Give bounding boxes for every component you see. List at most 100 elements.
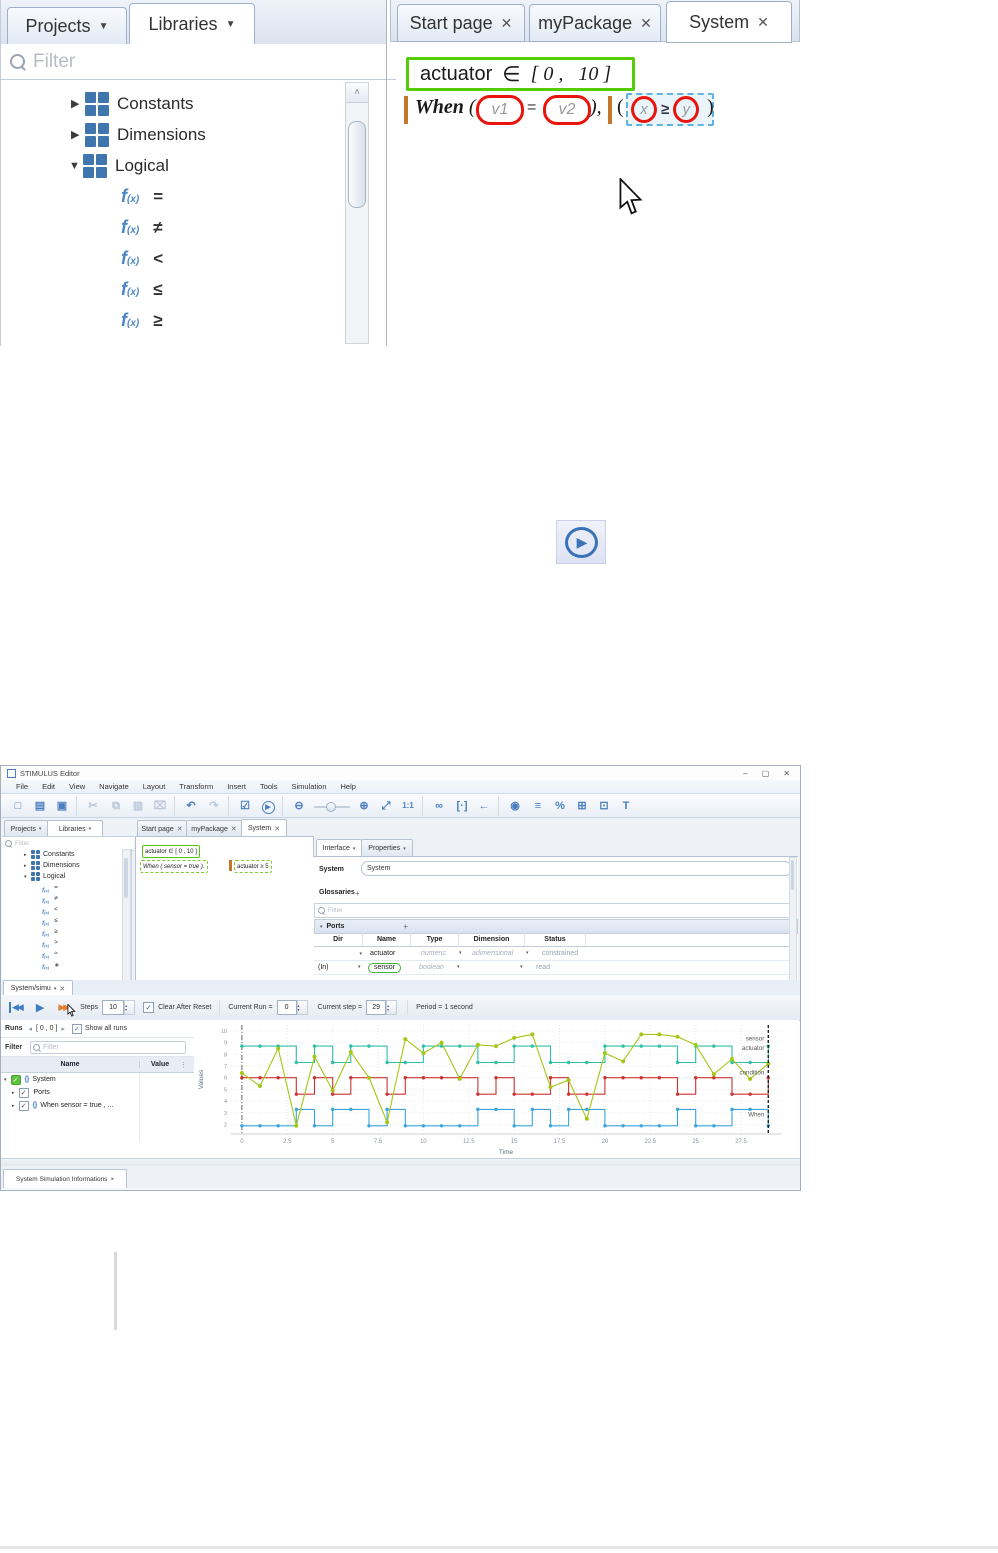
- skip-to-start-button[interactable]: ◀◀: [9, 1002, 24, 1013]
- var-v2-marked[interactable]: v2: [543, 95, 591, 125]
- menu-item[interactable]: Help: [334, 782, 363, 791]
- close-icon[interactable]: ✕: [274, 825, 280, 833]
- zoom-ratio-label[interactable]: 1:1: [397, 796, 419, 816]
- scroll-up-button[interactable]: ˄: [346, 83, 368, 103]
- value-column-header[interactable]: Value: [139, 1061, 180, 1068]
- runs-row-when[interactable]: ▸ ✓ { } When sensor = true , ...: [1, 1099, 194, 1112]
- collapse-arrow-icon[interactable]: ▾: [24, 874, 31, 880]
- add-glossary-button[interactable]: +: [355, 889, 360, 898]
- menu-item[interactable]: Simulation: [284, 782, 333, 791]
- steps-spinner[interactable]: ▴ ▾: [124, 1000, 136, 1015]
- tree-item-operator[interactable]: f(x) <: [1, 243, 345, 274]
- name-cell[interactable]: sensor: [366, 962, 415, 973]
- clear-after-reset-checkbox[interactable]: ✓: [143, 1002, 155, 1013]
- chevron-down-icon[interactable]: ▼: [99, 21, 109, 32]
- column-header[interactable]: Status: [525, 932, 586, 946]
- system-name-input[interactable]: System: [361, 861, 792, 876]
- simulation-chart[interactable]: 0 2.5 5 7.5 10 12.5 15 17.5 20 22.5 25 27.5 2 3 4 5 6 7 8 9…: [194, 1020, 799, 1158]
- play-button[interactable]: ▶: [36, 1001, 44, 1014]
- tab-start-page[interactable]: Start page ✕: [137, 820, 187, 837]
- var-x-marked[interactable]: x: [631, 96, 657, 123]
- tree-item-operator[interactable]: f(x) <: [2, 904, 131, 916]
- name-cell[interactable]: actuator: [366, 950, 417, 957]
- formula-actuator-gte[interactable]: actuator ≥ 5: [234, 860, 272, 873]
- scrollbar-thumb[interactable]: [124, 858, 128, 898]
- close-button[interactable]: ✕: [783, 769, 790, 778]
- formula-when-clause[interactable]: When ( sensor = true ).: [140, 860, 208, 873]
- close-icon[interactable]: ✕: [59, 985, 65, 993]
- collapse-arrow-icon[interactable]: ▾: [4, 1077, 7, 1083]
- expand-arrow-icon[interactable]: ▸: [12, 1090, 15, 1096]
- list-icon[interactable]: ≡: [527, 796, 549, 816]
- expand-arrow-icon[interactable]: ▸: [24, 852, 31, 858]
- current-step-spinner[interactable]: ▴ ▾: [386, 1000, 398, 1015]
- tree-item-operator[interactable]: f(x) =: [1, 181, 345, 212]
- column-header[interactable]: Dimension: [459, 932, 525, 946]
- expand-arrow-icon[interactable]: ▶: [71, 128, 85, 141]
- tree-item-operator[interactable]: f(x) ≥: [2, 926, 131, 938]
- dir-cell[interactable]: ▾: [314, 950, 366, 957]
- menu-item[interactable]: Navigate: [92, 782, 136, 791]
- dimension-cell[interactable]: adimensional: [468, 950, 526, 957]
- layers-icon[interactable]: ⊡: [593, 796, 615, 816]
- menu-item[interactable]: File: [9, 782, 35, 791]
- tree-item-constants[interactable]: ▶ Constants: [1, 88, 345, 119]
- more-options-icon[interactable]: ⋮: [180, 1061, 187, 1069]
- menu-item[interactable]: View: [62, 782, 92, 791]
- current-run-input[interactable]: 0: [276, 1000, 297, 1015]
- tree-item-operator[interactable]: f(x) ≤: [2, 915, 131, 927]
- expand-arrow-icon[interactable]: ▸: [24, 863, 31, 869]
- expand-arrow-icon[interactable]: ▸: [12, 1103, 15, 1109]
- tree-item-operator[interactable]: f(x) ∗: [2, 959, 131, 971]
- tree-item-dimensions[interactable]: ▶ Dimensions: [1, 119, 345, 150]
- tab-libraries[interactable]: Libraries ▾: [47, 820, 103, 837]
- formula-actuator-range[interactable]: actuator ∈ [ 0 , 10 ]: [406, 57, 635, 91]
- tab-system-simu[interactable]: System/simu ▾ ✕: [3, 980, 73, 996]
- tree-item-operator[interactable]: f(x) ≠: [1, 212, 345, 243]
- diagram-icon[interactable]: ⊞: [571, 796, 593, 816]
- run-simulation-icon[interactable]: ▶: [257, 796, 279, 816]
- print-icon[interactable]: ▤: [29, 796, 51, 816]
- run-checkbox[interactable]: ✓: [18, 1087, 29, 1098]
- current-run-spinner[interactable]: ▴ ▾: [296, 1000, 308, 1015]
- dir-cell[interactable]: (In): [314, 964, 358, 971]
- close-icon[interactable]: ✕: [501, 15, 513, 32]
- runs-row-system[interactable]: ▾ ✓ { } System: [1, 1073, 194, 1086]
- delete-icon[interactable]: ⌧: [149, 796, 171, 816]
- sensor-name-input[interactable]: sensor: [368, 962, 402, 973]
- fit-view-icon[interactable]: ⤢: [375, 796, 397, 816]
- tree-item-logical[interactable]: ▾ Logical: [2, 871, 131, 882]
- formula-when-clause[interactable]: When ( v1 = v2 ), ( x ≥ y ): [404, 93, 798, 127]
- run-checkbox[interactable]: ✓: [18, 1100, 29, 1111]
- back-arrow-icon[interactable]: ←: [473, 796, 495, 816]
- paste-icon[interactable]: ▥: [127, 796, 149, 816]
- tree-item-operator[interactable]: f(x) ≠: [2, 893, 131, 905]
- formula-actuator-range[interactable]: actuator ∈ [ 0 , 10 ]: [142, 845, 200, 858]
- add-port-button[interactable]: +: [403, 922, 408, 931]
- tree-item-operator[interactable]: f(x) ≈: [2, 948, 131, 960]
- tree-item-dimensions[interactable]: ▸ Dimensions: [2, 860, 131, 871]
- scrollbar-thumb[interactable]: [348, 121, 366, 208]
- save-icon[interactable]: ▣: [51, 796, 73, 816]
- restore-button[interactable]: ▢: [762, 769, 770, 778]
- tree-scrollbar[interactable]: [122, 849, 131, 982]
- library-filter[interactable]: Filter: [1, 44, 396, 80]
- port-row-actuator[interactable]: ▾ actuator numeric ▾ adimensional ▾ constr…: [314, 946, 791, 961]
- spin-down-icon[interactable]: ▾: [387, 1007, 396, 1012]
- prev-run-icon[interactable]: ◂: [29, 1025, 33, 1033]
- tab-simulation-informations[interactable]: System Simulation Informations ▸: [3, 1169, 127, 1188]
- tab-system[interactable]: System ✕: [241, 819, 287, 837]
- minimize-button[interactable]: –: [743, 769, 747, 778]
- chevron-down-icon[interactable]: ▼: [226, 19, 236, 30]
- close-icon[interactable]: ✕: [231, 825, 237, 833]
- steps-input[interactable]: 10: [102, 1000, 125, 1015]
- tab-mypackage[interactable]: myPackage ✕: [529, 4, 661, 42]
- tab-start-page[interactable]: Start page ✕: [397, 4, 525, 42]
- spin-down-icon[interactable]: ▾: [125, 1007, 134, 1012]
- menu-item[interactable]: Transform: [172, 782, 220, 791]
- column-header[interactable]: Dir: [314, 932, 363, 946]
- var-v1-marked[interactable]: v1: [476, 95, 524, 125]
- tree-item-constants[interactable]: ▸ Constants: [2, 849, 131, 860]
- show-all-runs-checkbox[interactable]: ✓: [71, 1023, 82, 1034]
- eye-icon[interactable]: ◉: [498, 795, 527, 816]
